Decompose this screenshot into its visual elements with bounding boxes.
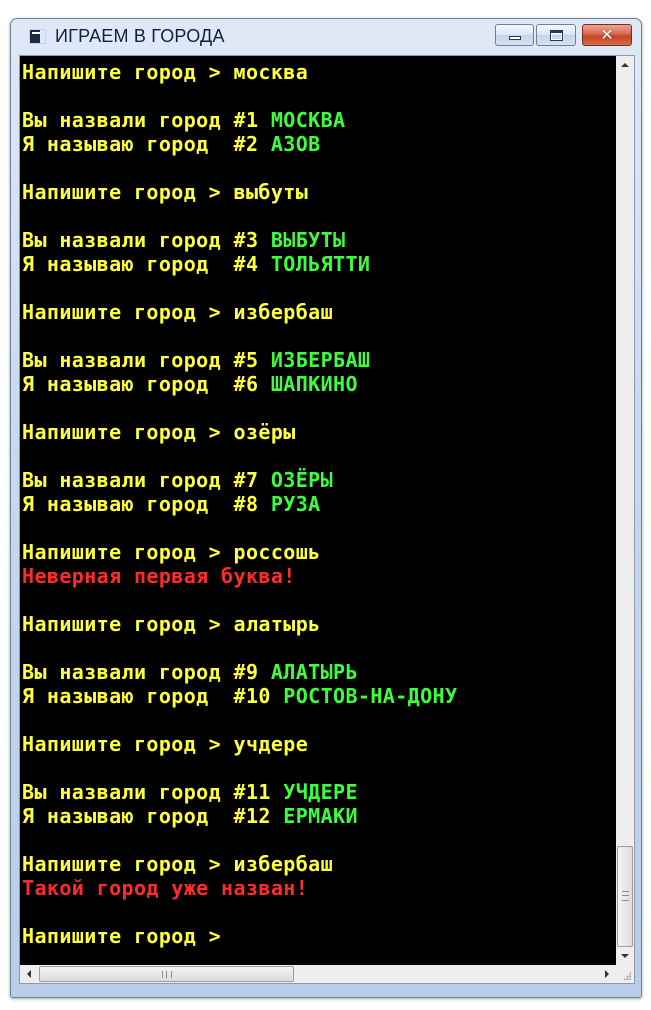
close-button[interactable]: ✕ — [582, 24, 632, 46]
console-text: Я называю город #10 — [22, 684, 284, 708]
console-text: Я называю город #4 — [22, 252, 271, 276]
console-text: Вы назвали город #1 — [22, 108, 271, 132]
console-line-city: Я называю город #4 ТОЛЬЯТТИ — [22, 252, 370, 276]
city-name: ШАПКИНО — [270, 372, 358, 396]
close-icon: ✕ — [600, 25, 614, 44]
city-name: РУЗА — [270, 492, 321, 516]
grip-icon — [622, 891, 629, 901]
console-line: Напишите город > москва — [22, 60, 308, 84]
horizontal-scroll-thumb[interactable] — [39, 966, 294, 982]
vertical-scroll-thumb[interactable] — [617, 846, 633, 947]
console-line-city: Я называю город #12 ЕРМАКИ — [22, 804, 358, 828]
city-name: АЛАТЫРЬ — [270, 660, 358, 684]
console-text: Напишите город > выбуты — [22, 180, 309, 204]
console-text: Вы назвали город #11 — [22, 780, 284, 804]
arrow-right-icon — [605, 970, 609, 978]
console-line: Напишите город > россошь — [22, 540, 321, 564]
console-line: Напишите город > — [22, 924, 221, 948]
city-name: МОСКВА — [270, 108, 346, 132]
console-output[interactable]: Напишите город > москва Вы назвали город … — [20, 56, 616, 965]
console-line-city: Я называю город #6 ШАПКИНО — [22, 372, 358, 396]
console-text: Я называю город #2 — [22, 132, 271, 156]
city-name: АЗОВ — [270, 132, 321, 156]
arrow-up-icon — [621, 63, 629, 67]
scroll-down-button[interactable] — [616, 947, 634, 965]
console-line: Напишите город > озёры — [22, 420, 296, 444]
arrow-down-icon — [621, 954, 629, 958]
window-title: ИГРАЕМ В ГОРОДА — [55, 26, 225, 46]
console-text: Напишите город > избербаш — [22, 300, 334, 324]
console-text: Напишите город > учдере — [22, 732, 309, 756]
console-line-city: Вы назвали город #11 УЧДЕРЕ — [22, 780, 358, 804]
console-line-city: Я называю город #10 РОСТОВ-НА-ДОНУ — [22, 684, 457, 708]
scroll-left-button[interactable] — [20, 965, 38, 983]
console-line-city: Вы назвали город #3 ВЫБУТЫ — [22, 228, 345, 252]
city-name: ТОЛЬЯТТИ — [270, 252, 371, 276]
grip-icon — [162, 971, 172, 978]
console-line-error: Неверная первая буква! — [22, 564, 296, 588]
city-name: РОСТОВ-НА-ДОНУ — [283, 684, 458, 708]
console-text: Я называю город #12 — [22, 804, 284, 828]
resize-grip-icon — [623, 972, 631, 980]
city-name: УЧДЕРЕ — [283, 780, 358, 804]
console-line-city: Вы назвали город #7 ОЗЁРЫ — [22, 468, 333, 492]
console-line-city: Вы назвали город #9 АЛАТЫРЬ — [22, 660, 358, 684]
city-name: ЕРМАКИ — [283, 804, 358, 828]
minimize-button[interactable] — [495, 24, 534, 46]
console-text: Напишите город > избербаш — [22, 852, 334, 876]
console-line: Напишите город > алатырь — [22, 612, 321, 636]
console-line-city: Я называю город #2 АЗОВ — [22, 132, 321, 156]
console-text: Я называю город #6 — [22, 372, 271, 396]
resize-corner[interactable] — [616, 965, 634, 983]
scroll-right-button[interactable] — [598, 965, 616, 983]
city-name: ИЗБЕРБАШ — [270, 348, 371, 372]
console-line-city: Вы назвали город #5 ИЗБЕРБАШ — [22, 348, 370, 372]
console-area: Напишите город > москва Вы назвали город … — [19, 55, 635, 984]
console-text: Вы назвали город #7 — [22, 468, 271, 492]
console-text: Напишите город > озёры — [22, 420, 296, 444]
console-window: ИГРАЕМ В ГОРОДА ✕ Напишите город > москв… — [10, 18, 642, 998]
console-line: Напишите город > избербаш — [22, 300, 333, 324]
console-line: Напишите город > выбуты — [22, 180, 308, 204]
console-line-city: Вы назвали город #1 МОСКВА — [22, 108, 345, 132]
city-name: ВЫБУТЫ — [270, 228, 346, 252]
console-text: Напишите город > алатырь — [22, 612, 321, 636]
arrow-left-icon — [27, 970, 31, 978]
scroll-up-button[interactable] — [616, 56, 634, 74]
city-name: ОЗЁРЫ — [270, 468, 334, 492]
console-text: Напишите город > — [22, 924, 222, 948]
maximize-icon — [550, 30, 563, 41]
console-text: Вы назвали город #5 — [22, 348, 271, 372]
console-text: Вы назвали город #3 — [22, 228, 271, 252]
console-line: Напишите город > учдере — [22, 732, 308, 756]
console-text: Напишите город > москва — [22, 60, 309, 84]
vertical-scrollbar[interactable] — [616, 56, 634, 965]
console-text: Вы назвали город #9 — [22, 660, 271, 684]
console-line-city: Я называю город #8 РУЗА — [22, 492, 321, 516]
console-app-icon[interactable] — [29, 29, 46, 44]
error-text: Неверная первая буква! — [22, 564, 296, 588]
console-text: Я называю город #8 — [22, 492, 271, 516]
title-bar[interactable]: ИГРАЕМ В ГОРОДА ✕ — [11, 19, 641, 55]
console-line-error: Такой город уже назван! — [22, 876, 308, 900]
console-line: Напишите город > избербаш — [22, 852, 333, 876]
console-text: Напишите город > россошь — [22, 540, 321, 564]
maximize-button[interactable] — [536, 24, 576, 46]
horizontal-scrollbar[interactable] — [20, 965, 616, 983]
minimize-icon — [509, 36, 521, 40]
error-text: Такой город уже назван! — [22, 876, 309, 900]
